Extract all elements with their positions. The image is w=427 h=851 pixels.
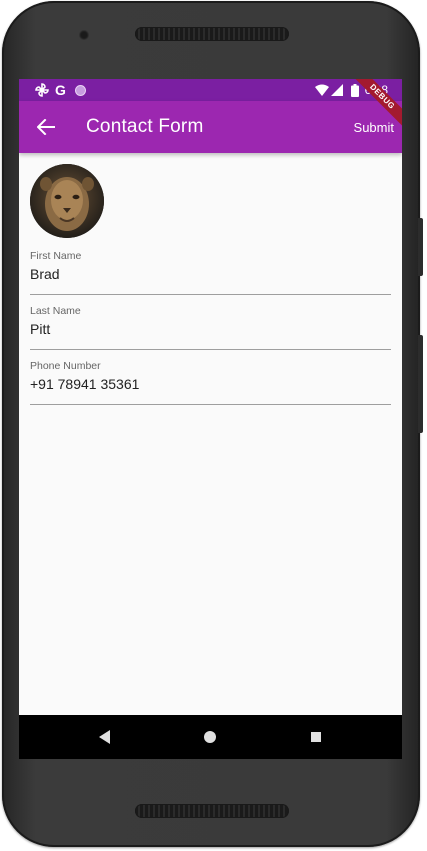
input-underline (30, 294, 391, 295)
submit-button[interactable]: Submit (354, 120, 394, 135)
signal-icon (330, 84, 343, 96)
page-title: Contact Form (86, 116, 204, 137)
last-name-label: Last Name (30, 305, 81, 317)
first-name-label: First Name (30, 250, 82, 262)
recents-square-icon[interactable] (311, 732, 321, 742)
status-left: G (35, 82, 86, 98)
input-underline (30, 404, 391, 405)
top-speaker-grille (135, 27, 289, 41)
volume-button (418, 218, 423, 276)
bottom-speaker-grille (135, 804, 289, 818)
pinwheel-icon (35, 83, 49, 97)
first-name-field[interactable]: First Name Brad (30, 250, 391, 295)
circle-icon (74, 84, 86, 96)
system-nav-bar (19, 715, 402, 759)
input-underline (30, 349, 391, 350)
status-bar: G 6:08 (19, 79, 402, 101)
phone-number-label: Phone Number (30, 360, 101, 372)
phone-number-value[interactable]: +91 78941 35361 (30, 376, 391, 392)
app-bar: Contact Form Submit (19, 101, 402, 153)
battery-icon (350, 83, 359, 97)
app-screen: G 6:08 Contact Form Submit DEBUG (19, 79, 402, 759)
front-camera (79, 30, 89, 40)
back-button[interactable] (33, 114, 59, 140)
home-circle-icon[interactable] (204, 731, 216, 743)
last-name-value[interactable]: Pitt (30, 321, 391, 337)
back-triangle-icon[interactable] (99, 730, 111, 744)
power-button (418, 335, 423, 433)
arrow-left-icon (37, 119, 55, 135)
last-name-field[interactable]: Last Name Pitt (30, 305, 391, 350)
wifi-icon (314, 84, 329, 96)
avatar[interactable] (30, 164, 104, 238)
google-icon: G (55, 82, 66, 98)
lion-photo (30, 164, 104, 238)
first-name-value[interactable]: Brad (30, 266, 391, 282)
phone-number-field[interactable]: Phone Number +91 78941 35361 (30, 360, 391, 405)
